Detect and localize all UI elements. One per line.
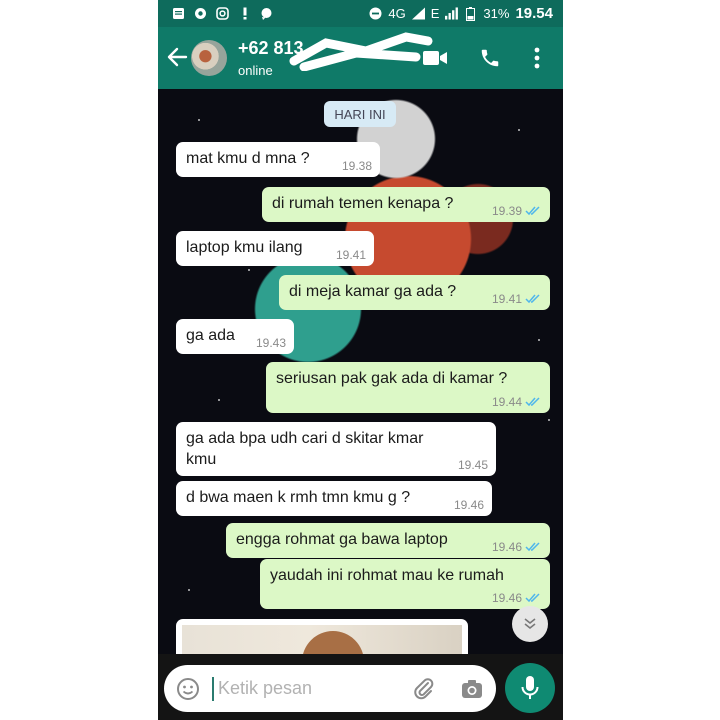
message-time: 19.39 [491, 204, 522, 218]
video-call-icon[interactable] [422, 45, 448, 71]
date-chip: HARI INI [324, 101, 396, 127]
double-check-icon [525, 294, 540, 304]
clock: 19.54 [515, 5, 553, 22]
message-text: ga ada bpa udh cari d skitar kmar kmu [186, 430, 424, 468]
composer-bar: Ketik pesan [158, 654, 563, 720]
status-bar: 4G E 31% 19.54 [158, 0, 563, 27]
contact-status: online [238, 63, 273, 78]
chat-area[interactable]: HARI INI mat kmu d mna ? 19.38 di rumah … [158, 89, 563, 654]
message-bubble-incoming[interactable]: d bwa maen k rmh tmn kmu g ? 19.46 [176, 481, 492, 516]
image-message[interactable] [176, 619, 468, 654]
instagram-icon [216, 7, 229, 20]
double-check-icon [525, 542, 540, 552]
back-arrow-icon[interactable] [166, 45, 188, 69]
image-thumbnail [182, 625, 462, 654]
emoji-icon[interactable] [176, 677, 200, 701]
message-placeholder: Ketik pesan [218, 678, 313, 698]
avatar[interactable] [191, 40, 227, 76]
scroll-down-button[interactable] [512, 606, 548, 642]
chrome-icon [194, 7, 207, 20]
message-time: 19.43 [255, 336, 286, 350]
message-time: 19.41 [491, 292, 522, 306]
message-icon [172, 7, 185, 20]
attach-icon[interactable] [412, 677, 436, 701]
message-bubble-outgoing[interactable]: di rumah temen kenapa ? 19.39 [262, 187, 550, 222]
message-bubble-outgoing[interactable]: seriusan pak gak ada di kamar ? 19.44 [266, 362, 550, 413]
message-time: 19.46 [491, 591, 522, 605]
message-bubble-outgoing[interactable]: yaudah ini rohmat mau ke rumah 19.46 [260, 559, 550, 609]
mic-icon [521, 676, 539, 699]
message-time: 19.46 [453, 498, 484, 512]
chevron-down-icon [524, 618, 536, 630]
message-text: yaudah ini rohmat mau ke rumah [270, 567, 504, 584]
message-bubble-outgoing[interactable]: engga rohmat ga bawa laptop 19.46 [226, 523, 550, 558]
message-time: 19.44 [491, 395, 522, 409]
text-caret [212, 677, 214, 701]
signal-bars-icon [445, 7, 459, 20]
chat-notification-icon [260, 7, 273, 20]
signal-icon [411, 7, 425, 20]
double-check-icon [525, 206, 540, 216]
battery-percent: 31% [483, 6, 510, 21]
dnd-icon [369, 7, 382, 20]
camera-icon[interactable] [460, 677, 484, 701]
mic-button[interactable] [505, 663, 555, 713]
message-input[interactable]: Ketik pesan [164, 665, 496, 712]
phone-icon[interactable] [477, 45, 503, 71]
network-type: 4G [388, 6, 406, 21]
message-bubble-incoming[interactable]: ga ada bpa udh cari d skitar kmar kmu 19… [176, 422, 496, 476]
message-text: d bwa maen k rmh tmn kmu g ? [186, 489, 411, 506]
message-bubble-outgoing[interactable]: di meja kamar ga ada ? 19.41 [279, 275, 550, 310]
double-check-icon [525, 397, 540, 407]
chat-header: +62 813 online [158, 27, 563, 89]
message-time: 19.46 [491, 540, 522, 554]
battery-icon [464, 6, 477, 21]
double-check-icon [525, 593, 540, 603]
message-bubble-incoming[interactable]: ga ada 19.43 [176, 319, 294, 354]
redaction-scribble [289, 32, 433, 71]
alert-icon [238, 7, 251, 20]
message-text: seriusan pak gak ada di kamar ? [276, 370, 508, 387]
message-bubble-incoming[interactable]: laptop kmu ilang 19.41 [176, 231, 374, 266]
message-bubble-incoming[interactable]: mat kmu d mna ? 19.38 [176, 142, 380, 177]
more-vert-icon[interactable] [524, 45, 550, 71]
message-time: 19.41 [335, 248, 366, 262]
message-time: 19.38 [341, 159, 372, 173]
message-time: 19.45 [457, 458, 488, 472]
phone-screen: 4G E 31% 19.54 +62 813 online HARI INI m… [158, 0, 563, 720]
data-type: E [430, 6, 440, 21]
